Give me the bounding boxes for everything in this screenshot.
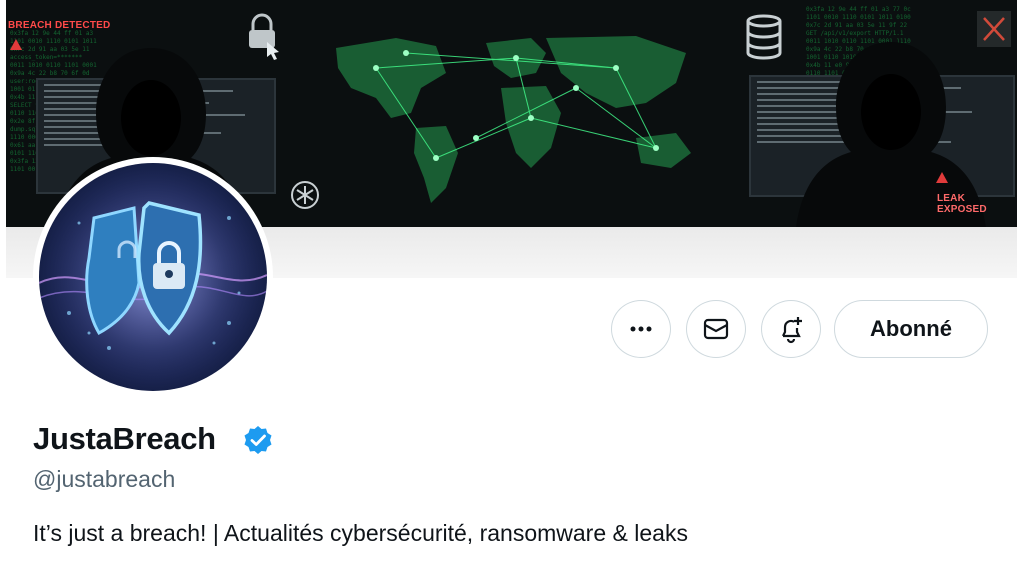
warning-right-icon	[936, 172, 948, 183]
warning-left-icon	[10, 39, 22, 50]
database-icon	[746, 14, 782, 60]
broken-link-icon	[977, 11, 1011, 47]
profile-name: JustaBreach	[33, 421, 216, 456]
asterisk-circle-icon	[291, 181, 319, 209]
profile-handle: @justabreach	[33, 466, 176, 492]
shield-lock-icon	[39, 163, 267, 391]
following-button[interactable]: Abonné	[834, 300, 988, 358]
bell-plus-icon	[782, 317, 802, 344]
avatar-image	[39, 163, 267, 391]
profile-bio: It’s just a breach! | Actualités cybersé…	[33, 520, 688, 546]
verified-badge-icon[interactable]	[243, 425, 273, 455]
notify-button[interactable]	[761, 300, 821, 358]
envelope-icon	[703, 318, 729, 340]
world-map-network-icon	[336, 36, 691, 203]
more-options-button[interactable]	[611, 300, 671, 358]
alert-leak-exposed: LEAK EXPOSED	[937, 193, 987, 215]
profile-avatar[interactable]	[33, 157, 273, 397]
message-button[interactable]	[686, 300, 746, 358]
padlock-cursor-icon	[249, 13, 279, 60]
alert-breach-detected: BREACH DETECTED	[8, 20, 111, 31]
more-icon	[630, 326, 652, 332]
